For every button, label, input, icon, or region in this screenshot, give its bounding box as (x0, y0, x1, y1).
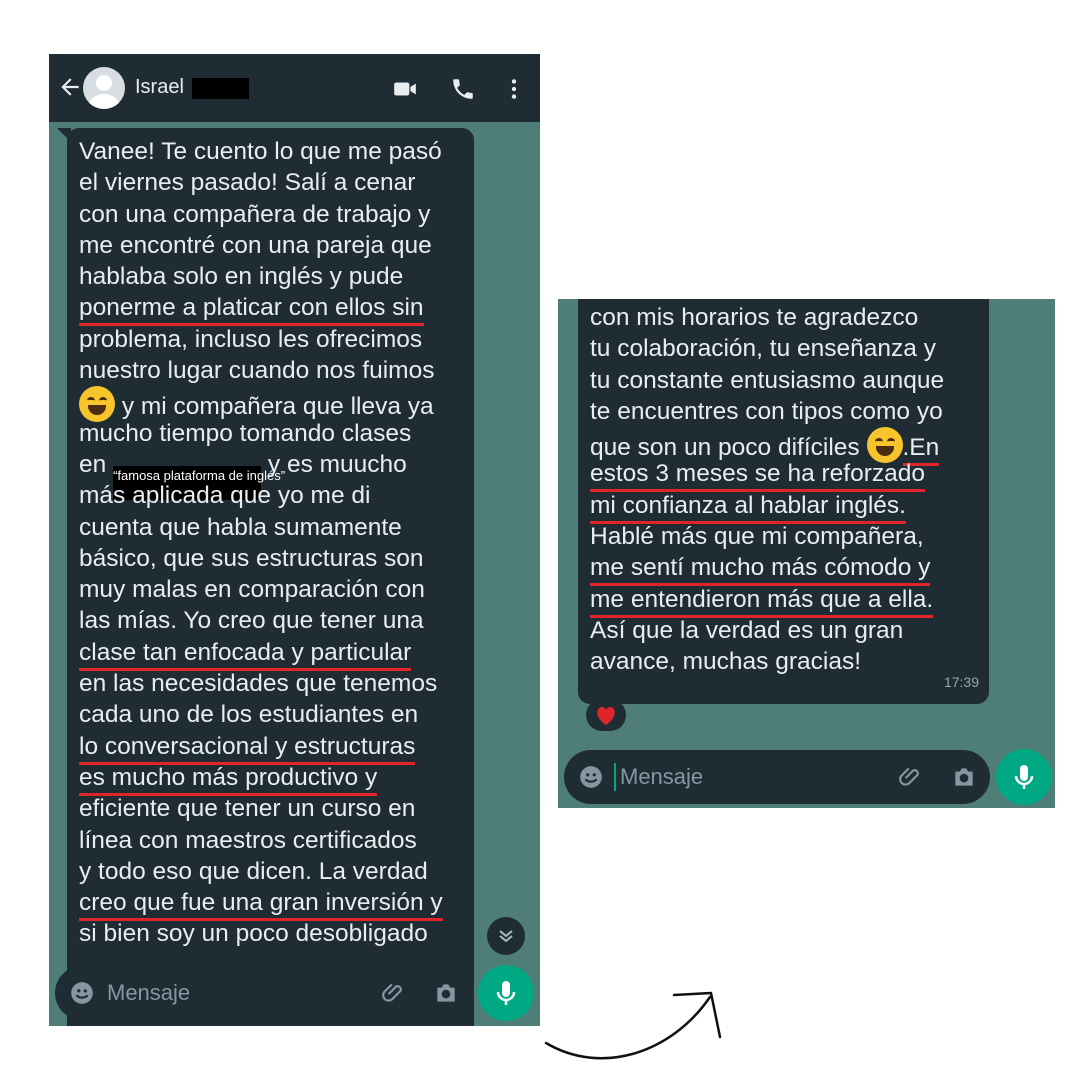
message-line: tu colaboración, tu enseñanza y (590, 335, 936, 363)
message-line: me entendieron más que a ella. (590, 584, 979, 618)
underlined-text: es mucho más productivo y (79, 763, 378, 796)
emoji-icon[interactable] (578, 764, 604, 790)
message-bubble: con mis horarios te agradezco tu colabor… (578, 299, 989, 704)
message-line: clase tan enfocada y particular (79, 637, 464, 671)
underlined-text: creo que fue una gran inversión y (79, 889, 443, 922)
message-line: básico, que sus estructuras son (79, 544, 424, 572)
message-input[interactable]: Mensaje (620, 764, 703, 790)
underlined-text: me sentí mucho más cómodo y (590, 554, 931, 587)
message-line: las mías. Yo creo que tener una (79, 607, 424, 635)
message-line: Así que la verdad es un gran (590, 616, 904, 644)
camera-icon[interactable] (433, 980, 459, 1006)
message-line: en las necesidades que tenemos (79, 670, 438, 698)
message-text: que son un poco difíciles (590, 434, 860, 462)
underlined-text: mi confianza al hablar inglés. (590, 491, 906, 524)
underlined-text: clase tan enfocada y particular (79, 638, 412, 671)
rolling-laughing-emoji-icon (866, 427, 903, 464)
message-line: es mucho más productivo y (79, 762, 464, 796)
back-arrow-icon[interactable] (57, 74, 83, 100)
message-line: estos 3 meses se ha reforzado (590, 458, 979, 493)
more-options-icon[interactable] (501, 76, 527, 102)
message-line: en “famosa plataforma de inglés” y es mu… (79, 449, 464, 500)
message-line: el viernes pasado! Salí a cenar (79, 169, 416, 197)
phone-call-icon[interactable] (450, 76, 476, 102)
attach-icon[interactable] (898, 764, 924, 790)
message-line: si bien soy un poco desobligado (79, 920, 428, 948)
message-line: lo conversacional y estructuras (79, 731, 464, 765)
heart-icon (597, 707, 615, 725)
chat-screenshot-left: Israel Vanee! Te cuento lo que me pasó e… (49, 54, 540, 1026)
underlined-text: me entendieron más que a ella. (590, 585, 934, 618)
message-text: y mi compañera que lleva ya (121, 393, 434, 421)
bubble-tail (57, 128, 71, 142)
message-text: y es muucho (267, 450, 407, 478)
voice-message-button[interactable] (996, 749, 1052, 805)
message-line: con mis horarios te agradezco (590, 304, 919, 331)
avatar[interactable] (83, 67, 125, 109)
voice-message-button[interactable] (478, 965, 534, 1021)
message-input[interactable]: Mensaje (107, 980, 190, 1006)
message-line: con una compañera de trabajo y (79, 200, 431, 228)
underlined-text: lo conversacional y estructuras (79, 732, 416, 765)
message-line: ponerme a platicar con ellos sin (79, 292, 464, 327)
scroll-down-button[interactable] (487, 917, 525, 955)
underlined-text: estos 3 meses se ha reforzado (590, 460, 926, 493)
message-line: te encuentres con tipos como yo (590, 397, 943, 425)
underlined-line-start: hablaba solo en inglés y pude (79, 263, 404, 291)
message-line: mi confianza al hablar inglés. (590, 490, 979, 524)
text-cursor (614, 763, 616, 791)
message-line: cada uno de los estudiantes en (79, 701, 419, 729)
message-line: avance, muchas gracias! (590, 648, 861, 676)
microphone-icon (496, 981, 516, 1005)
double-chevron-down-icon (499, 930, 513, 943)
camera-icon[interactable] (951, 764, 977, 790)
message-line: Hablé más que mi compañera, (590, 523, 924, 551)
heart-reaction[interactable] (586, 699, 626, 731)
sweat-smile-emoji-icon (79, 386, 115, 423)
message-line: me encontré con una pareja que (79, 231, 432, 259)
message-line: nuestro lugar cuando nos fuimos (79, 357, 435, 385)
chat-screenshot-right: con mis horarios te agradezco tu colabor… (558, 299, 1055, 808)
message-line: problema, incluso les ofrecimos (79, 325, 423, 353)
chat-header: Israel (49, 54, 540, 122)
message-line: muy malas en comparación con (79, 576, 425, 604)
message-text: en (79, 450, 107, 478)
message-bubble: Vanee! Te cuento lo que me pasó el viern… (57, 128, 474, 1026)
message-input-bar[interactable]: Mensaje (564, 750, 990, 804)
message-line: y todo eso que dicen. La verdad (79, 857, 428, 885)
message-line: y mi compañera que lleva ya (79, 386, 464, 423)
message-line: eficiente que tener un curso en (79, 795, 416, 823)
redacted-surname (192, 78, 249, 99)
message-line: línea con maestros certificados (79, 826, 417, 854)
message-timestamp: 17:39 (943, 673, 979, 690)
message-line: más aplicada que yo me di (79, 482, 371, 510)
message-line: cuenta que habla sumamente (79, 513, 402, 541)
microphone-icon (1014, 765, 1034, 789)
message-line: tu constante entusiasmo aunque (590, 366, 945, 394)
message-line: hablaba solo en inglés y pude (79, 261, 464, 292)
underlined-text: ponerme a platicar con ellos sin (79, 294, 424, 327)
message-line: me sentí mucho más cómodo y (590, 552, 979, 587)
message-line: mucho tiempo tomando clases (79, 419, 412, 447)
message-line: que son un poco difíciles .En (590, 427, 979, 467)
message-line: creo que fue una gran inversión y (79, 887, 464, 922)
curved-arrow-icon (544, 991, 722, 1060)
attach-icon[interactable] (381, 980, 407, 1006)
emoji-icon[interactable] (69, 980, 95, 1006)
contact-name[interactable]: Israel (135, 76, 184, 99)
message-line: Vanee! Te cuento lo que me pasó (79, 138, 442, 165)
video-call-icon[interactable] (392, 76, 418, 102)
message-input-bar[interactable]: Mensaje (55, 966, 471, 1020)
